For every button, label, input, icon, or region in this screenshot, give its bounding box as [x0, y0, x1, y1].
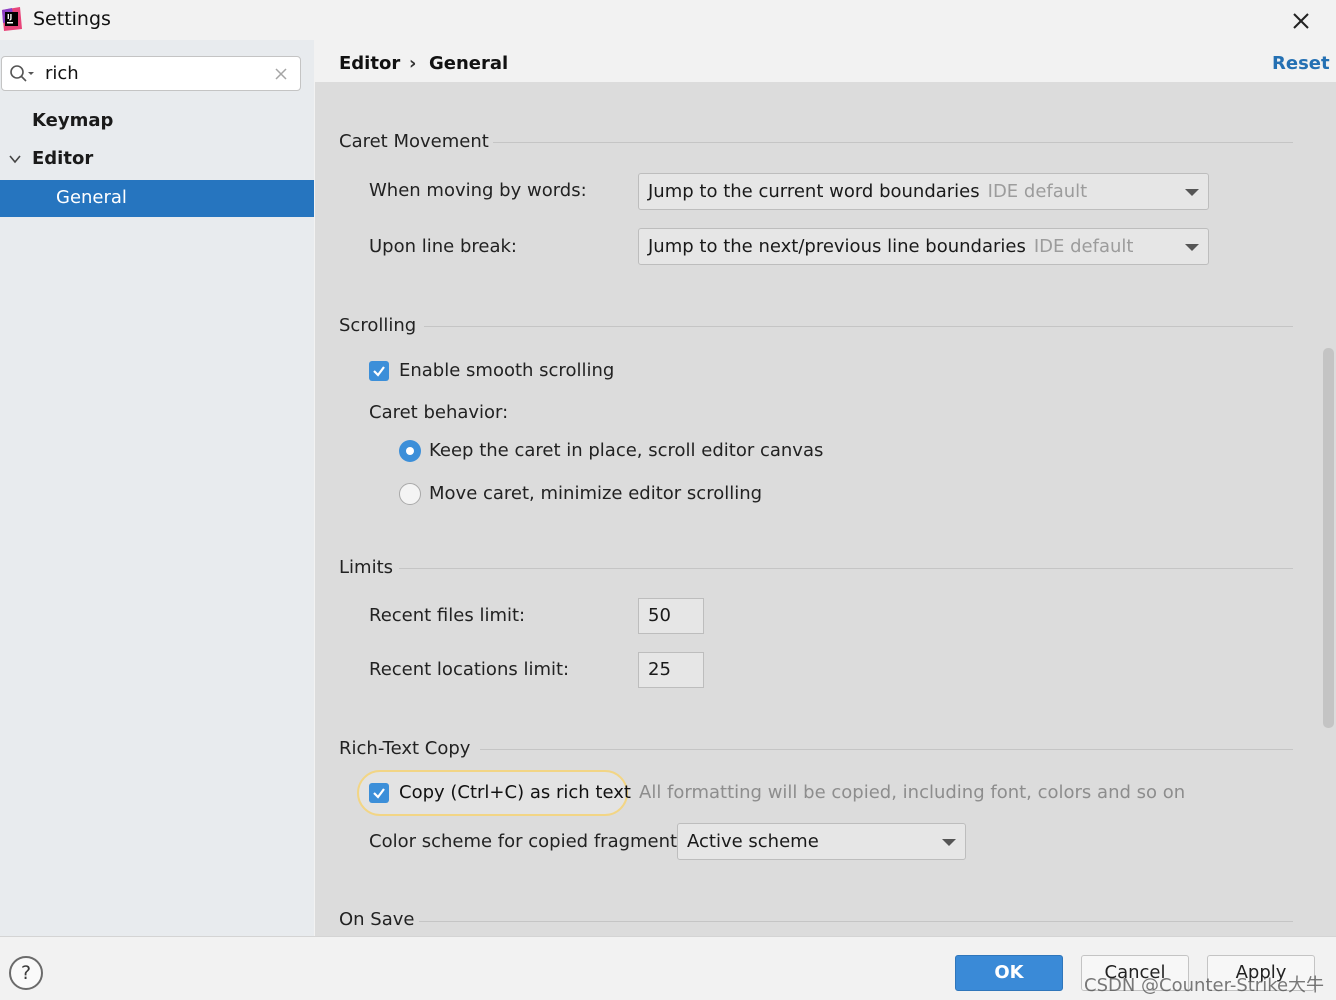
- rich-text-copy-checkbox[interactable]: [369, 783, 389, 803]
- help-button[interactable]: ?: [9, 956, 43, 990]
- dialog-footer: ? OK Cancel Apply CSDN @Counter-Strike大牛: [0, 936, 1336, 1000]
- section-divider: [424, 326, 1293, 327]
- line-break-combo[interactable]: Jump to the next/previous line boundarie…: [638, 228, 1209, 265]
- settings-content: Caret Movement When moving by words: Jum…: [315, 82, 1321, 936]
- words-combo-value: Jump to the current word boundaries: [648, 181, 980, 202]
- recent-locations-value[interactable]: 25: [648, 659, 671, 680]
- breadcrumb-editor[interactable]: Editor: [339, 53, 400, 74]
- breadcrumb: Editor › General Reset: [314, 40, 1336, 82]
- sidebar-item-label: General: [56, 187, 127, 208]
- line-break-combo-value: Jump to the next/previous line boundarie…: [648, 236, 1026, 257]
- section-title-on-save: On Save: [339, 909, 415, 930]
- words-combo[interactable]: Jump to the current word boundaries IDE d…: [638, 173, 1209, 210]
- section-title-caret-movement: Caret Movement: [339, 131, 489, 152]
- keep-caret-radio[interactable]: [399, 440, 421, 462]
- move-caret-label[interactable]: Move caret, minimize editor scrolling: [429, 483, 762, 504]
- line-break-combo-hint: IDE default: [1033, 236, 1134, 257]
- keep-caret-label[interactable]: Keep the caret in place, scroll editor c…: [429, 440, 823, 461]
- cancel-button[interactable]: Cancel: [1081, 955, 1189, 991]
- words-label: When moving by words:: [369, 180, 587, 201]
- sidebar-item-editor[interactable]: Editor: [0, 141, 314, 178]
- move-caret-radio[interactable]: [399, 483, 421, 505]
- words-combo-hint: IDE default: [987, 181, 1088, 202]
- search-value[interactable]: rich: [45, 63, 79, 84]
- color-scheme-combo[interactable]: Active scheme: [677, 823, 966, 860]
- chevron-down-icon[interactable]: [8, 152, 22, 166]
- reset-link[interactable]: Reset: [1272, 53, 1330, 74]
- section-divider: [399, 568, 1293, 569]
- smooth-scrolling-checkbox[interactable]: [369, 361, 389, 381]
- section-divider: [480, 749, 1293, 750]
- smooth-scrolling-label[interactable]: Enable smooth scrolling: [399, 360, 614, 381]
- breadcrumb-separator: ›: [409, 53, 417, 74]
- search-icon[interactable]: [9, 64, 35, 84]
- sidebar-item-label: Editor: [32, 148, 94, 169]
- checkmark-icon: [373, 366, 385, 377]
- section-title-scrolling: Scrolling: [339, 315, 417, 336]
- section-divider: [419, 921, 1293, 922]
- dropdown-arrow-icon[interactable]: [1185, 189, 1199, 196]
- clear-search-icon[interactable]: [273, 66, 289, 82]
- vertical-scrollbar[interactable]: [1321, 82, 1336, 936]
- section-title-limits: Limits: [339, 557, 393, 578]
- checkmark-icon: [373, 788, 385, 799]
- rich-text-copy-hint: All formatting will be copied, including…: [639, 782, 1186, 803]
- close-icon[interactable]: [1286, 6, 1316, 36]
- sidebar-item-general[interactable]: General: [0, 180, 314, 217]
- recent-locations-input[interactable]: 25: [638, 652, 704, 688]
- apply-button[interactable]: Apply: [1207, 955, 1315, 991]
- ok-button[interactable]: OK: [955, 955, 1063, 991]
- color-scheme-value: Active scheme: [687, 831, 819, 852]
- settings-sidebar: rich Keymap Editor General: [0, 40, 314, 936]
- section-divider: [493, 142, 1293, 143]
- section-title-rich-text-copy: Rich-Text Copy: [339, 738, 471, 759]
- breadcrumb-general: General: [429, 53, 509, 74]
- caret-behavior-label: Caret behavior:: [369, 402, 509, 423]
- recent-files-label: Recent files limit:: [369, 605, 526, 626]
- rich-text-copy-label[interactable]: Copy (Ctrl+C) as rich text: [399, 782, 631, 803]
- sidebar-item-keymap[interactable]: Keymap: [0, 103, 314, 140]
- intellij-logo-icon: IJ: [2, 7, 22, 31]
- color-scheme-label: Color scheme for copied fragment:: [369, 831, 684, 852]
- dropdown-arrow-icon[interactable]: [1185, 244, 1199, 251]
- recent-files-input[interactable]: 50: [638, 598, 704, 634]
- recent-locations-label: Recent locations limit:: [369, 659, 570, 680]
- window-title: Settings: [33, 8, 111, 30]
- recent-files-value[interactable]: 50: [648, 605, 671, 626]
- line-break-label: Upon line break:: [369, 236, 517, 257]
- dropdown-arrow-icon[interactable]: [942, 839, 956, 846]
- svg-text:IJ: IJ: [7, 13, 12, 21]
- search-input[interactable]: rich: [1, 56, 301, 91]
- title-bar: IJ Settings: [0, 0, 1336, 40]
- scrollbar-thumb[interactable]: [1323, 348, 1334, 728]
- sidebar-item-label: Keymap: [32, 110, 114, 131]
